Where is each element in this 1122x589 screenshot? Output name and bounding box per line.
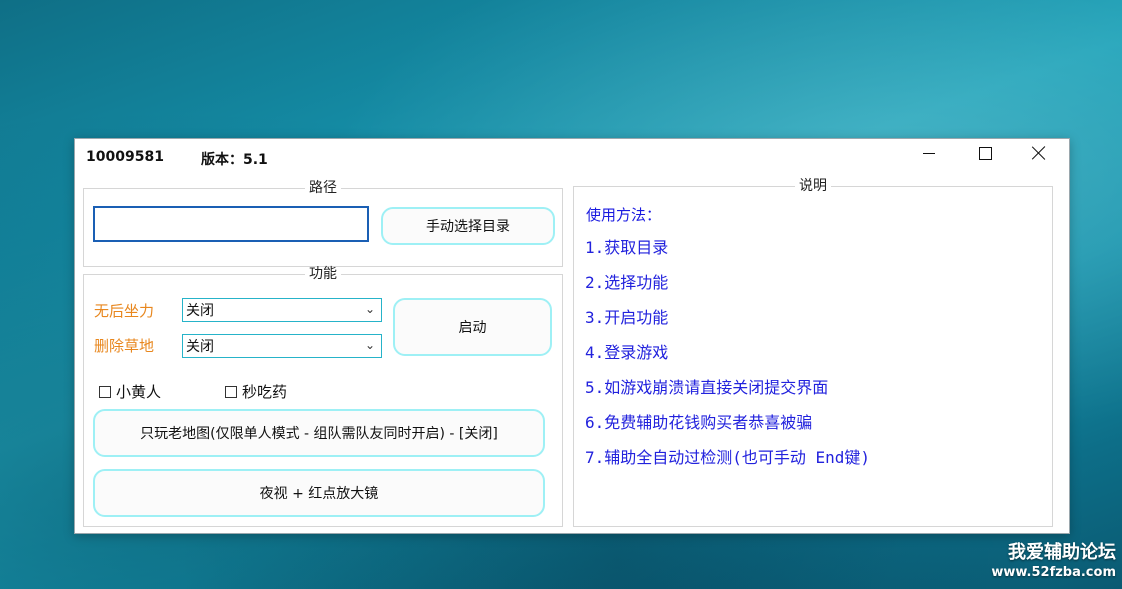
window-version-label: 版本：5.1 <box>201 152 268 168</box>
usage-step: 2.选择功能 <box>585 273 669 292</box>
forum-watermark: 我爱辅助论坛 www.52fzba.com <box>991 542 1116 582</box>
usage-step: 4.登录游戏 <box>585 343 669 362</box>
remove-grass-value: 关闭 <box>186 339 214 355</box>
close-icon <box>1032 146 1046 160</box>
no-recoil-label: 无后坐力 <box>94 302 155 320</box>
choose-directory-button[interactable]: 手动选择目录 <box>381 207 555 245</box>
minimize-icon <box>923 152 935 154</box>
remove-grass-label: 删除草地 <box>94 337 155 355</box>
usage-steps-list: 1.获取目录 2.选择功能 3.开启功能 4.登录游戏 5.如游戏崩溃请直接关闭… <box>585 237 870 482</box>
close-button[interactable] <box>1015 139 1063 167</box>
app-window: 10009581 版本：5.1 路径 功能 说明 手动选择目录 无后坐力 关闭 … <box>74 138 1070 534</box>
night-vision-button[interactable]: 夜视 + 红点放大镜 <box>93 469 545 517</box>
window-id-label: 10009581 <box>86 149 164 165</box>
chevron-down-icon: ⌄ <box>364 338 375 352</box>
no-recoil-select[interactable]: 关闭 ⌄ <box>182 298 382 322</box>
checkbox-icon[interactable] <box>99 385 111 398</box>
path-group-legend: 路径 <box>309 180 337 196</box>
minimize-button[interactable] <box>905 139 953 167</box>
maximize-icon <box>978 146 992 160</box>
minion-checkbox-label: 小黄人 <box>116 383 162 401</box>
remove-grass-select[interactable]: 关闭 ⌄ <box>182 334 382 358</box>
usage-step: 3.开启功能 <box>585 308 669 327</box>
path-input[interactable] <box>93 206 369 242</box>
usage-step: 5.如游戏崩溃请直接关闭提交界面 <box>585 378 829 397</box>
start-button[interactable]: 启动 <box>393 298 552 356</box>
checkbox-icon[interactable] <box>225 385 237 398</box>
no-recoil-value: 关闭 <box>186 303 214 319</box>
usage-step: 1.获取目录 <box>585 238 669 257</box>
instant-heal-checkbox[interactable]: 秒吃药 <box>225 381 287 402</box>
minion-checkbox[interactable]: 小黄人 <box>99 381 161 402</box>
function-group-legend: 功能 <box>309 266 337 282</box>
chevron-down-icon: ⌄ <box>364 302 375 316</box>
description-group-legend: 说明 <box>799 178 827 194</box>
usage-title: 使用方法： <box>586 206 662 224</box>
title-bar: 10009581 版本：5.1 <box>75 139 1069 175</box>
instant-heal-checkbox-label: 秒吃药 <box>242 383 288 401</box>
usage-step: 7.辅助全自动过检测(也可手动 End键) <box>585 448 871 467</box>
old-map-only-button[interactable]: 只玩老地图(仅限单人模式 - 组队需队友同时开启) - [关闭] <box>93 409 545 457</box>
maximize-button[interactable] <box>961 139 1009 167</box>
watermark-title: 我爱辅助论坛 <box>1008 542 1116 563</box>
watermark-url: www.52fzba.com <box>991 565 1116 580</box>
usage-step: 6.免费辅助花钱购买者恭喜被骗 <box>585 413 813 432</box>
